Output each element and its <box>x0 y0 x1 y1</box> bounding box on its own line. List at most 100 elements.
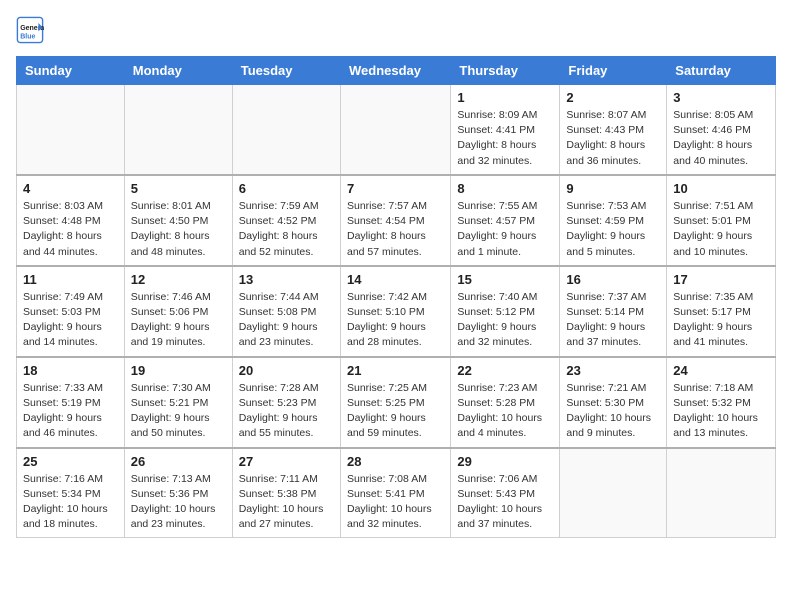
day-detail: Sunrise: 7:51 AM Sunset: 5:01 PM Dayligh… <box>673 199 769 260</box>
day-number: 25 <box>23 454 118 469</box>
day-number: 28 <box>347 454 444 469</box>
calendar-cell: 20 Sunrise: 7:28 AM Sunset: 5:23 PM Dayli… <box>232 357 340 448</box>
day-number: 6 <box>239 181 334 196</box>
day-detail: Sunrise: 7:44 AM Sunset: 5:08 PM Dayligh… <box>239 290 334 351</box>
day-number: 23 <box>566 363 660 378</box>
day-number: 10 <box>673 181 769 196</box>
weekday-header: Sunday <box>17 57 125 85</box>
day-number: 17 <box>673 272 769 287</box>
calendar-cell: 22 Sunrise: 7:23 AM Sunset: 5:28 PM Dayli… <box>451 357 560 448</box>
day-detail: Sunrise: 7:57 AM Sunset: 4:54 PM Dayligh… <box>347 199 444 260</box>
calendar-cell: 4 Sunrise: 8:03 AM Sunset: 4:48 PM Daylig… <box>17 175 125 266</box>
calendar-cell: 27 Sunrise: 7:11 AM Sunset: 5:38 PM Dayli… <box>232 448 340 538</box>
calendar-cell: 8 Sunrise: 7:55 AM Sunset: 4:57 PM Daylig… <box>451 175 560 266</box>
day-detail: Sunrise: 7:35 AM Sunset: 5:17 PM Dayligh… <box>673 290 769 351</box>
day-detail: Sunrise: 7:53 AM Sunset: 4:59 PM Dayligh… <box>566 199 660 260</box>
calendar-cell: 24 Sunrise: 7:18 AM Sunset: 5:32 PM Dayli… <box>667 357 776 448</box>
calendar: SundayMondayTuesdayWednesdayThursdayFrid… <box>16 56 776 538</box>
day-number: 21 <box>347 363 444 378</box>
weekday-header: Tuesday <box>232 57 340 85</box>
calendar-cell: 28 Sunrise: 7:08 AM Sunset: 5:41 PM Dayli… <box>340 448 450 538</box>
calendar-cell <box>340 85 450 175</box>
day-detail: Sunrise: 7:08 AM Sunset: 5:41 PM Dayligh… <box>347 472 444 533</box>
logo-icon: General Blue <box>16 16 44 44</box>
weekday-header: Thursday <box>451 57 560 85</box>
day-number: 29 <box>457 454 553 469</box>
day-number: 2 <box>566 90 660 105</box>
day-number: 26 <box>131 454 226 469</box>
day-number: 12 <box>131 272 226 287</box>
calendar-cell: 26 Sunrise: 7:13 AM Sunset: 5:36 PM Dayli… <box>124 448 232 538</box>
calendar-cell: 1 Sunrise: 8:09 AM Sunset: 4:41 PM Daylig… <box>451 85 560 175</box>
day-detail: Sunrise: 7:11 AM Sunset: 5:38 PM Dayligh… <box>239 472 334 533</box>
calendar-cell <box>667 448 776 538</box>
day-detail: Sunrise: 8:07 AM Sunset: 4:43 PM Dayligh… <box>566 108 660 169</box>
day-detail: Sunrise: 8:01 AM Sunset: 4:50 PM Dayligh… <box>131 199 226 260</box>
day-detail: Sunrise: 7:40 AM Sunset: 5:12 PM Dayligh… <box>457 290 553 351</box>
day-number: 9 <box>566 181 660 196</box>
day-detail: Sunrise: 7:16 AM Sunset: 5:34 PM Dayligh… <box>23 472 118 533</box>
calendar-cell: 11 Sunrise: 7:49 AM Sunset: 5:03 PM Dayli… <box>17 266 125 357</box>
day-detail: Sunrise: 7:28 AM Sunset: 5:23 PM Dayligh… <box>239 381 334 442</box>
day-detail: Sunrise: 7:21 AM Sunset: 5:30 PM Dayligh… <box>566 381 660 442</box>
calendar-cell: 21 Sunrise: 7:25 AM Sunset: 5:25 PM Dayli… <box>340 357 450 448</box>
day-detail: Sunrise: 7:55 AM Sunset: 4:57 PM Dayligh… <box>457 199 553 260</box>
day-detail: Sunrise: 7:25 AM Sunset: 5:25 PM Dayligh… <box>347 381 444 442</box>
weekday-header: Wednesday <box>340 57 450 85</box>
calendar-cell: 12Sunrise: 7:46 AM Sunset: 5:06 PM Dayli… <box>124 266 232 357</box>
day-detail: Sunrise: 7:30 AM Sunset: 5:21 PM Dayligh… <box>131 381 226 442</box>
calendar-cell: 16 Sunrise: 7:37 AM Sunset: 5:14 PM Dayli… <box>560 266 667 357</box>
day-number: 5 <box>131 181 226 196</box>
day-number: 18 <box>23 363 118 378</box>
calendar-cell: 9 Sunrise: 7:53 AM Sunset: 4:59 PM Daylig… <box>560 175 667 266</box>
day-detail: Sunrise: 7:23 AM Sunset: 5:28 PM Dayligh… <box>457 381 553 442</box>
day-detail: Sunrise: 7:37 AM Sunset: 5:14 PM Dayligh… <box>566 290 660 351</box>
day-number: 22 <box>457 363 553 378</box>
weekday-header: Friday <box>560 57 667 85</box>
day-detail: Sunrise: 7:06 AM Sunset: 5:43 PM Dayligh… <box>457 472 553 533</box>
day-detail: Sunrise: 7:49 AM Sunset: 5:03 PM Dayligh… <box>23 290 118 351</box>
calendar-cell <box>124 85 232 175</box>
day-detail: Sunrise: 7:59 AM Sunset: 4:52 PM Dayligh… <box>239 199 334 260</box>
calendar-cell: 19 Sunrise: 7:30 AM Sunset: 5:21 PM Dayli… <box>124 357 232 448</box>
calendar-cell: 17 Sunrise: 7:35 AM Sunset: 5:17 PM Dayli… <box>667 266 776 357</box>
calendar-cell: 10 Sunrise: 7:51 AM Sunset: 5:01 PM Dayli… <box>667 175 776 266</box>
logo: General Blue <box>16 16 48 44</box>
calendar-cell: 29 Sunrise: 7:06 AM Sunset: 5:43 PM Dayli… <box>451 448 560 538</box>
day-number: 8 <box>457 181 553 196</box>
calendar-cell: 6 Sunrise: 7:59 AM Sunset: 4:52 PM Daylig… <box>232 175 340 266</box>
svg-text:Blue: Blue <box>20 33 35 40</box>
calendar-cell <box>560 448 667 538</box>
calendar-cell: 25 Sunrise: 7:16 AM Sunset: 5:34 PM Dayli… <box>17 448 125 538</box>
day-number: 7 <box>347 181 444 196</box>
calendar-cell: 2 Sunrise: 8:07 AM Sunset: 4:43 PM Daylig… <box>560 85 667 175</box>
calendar-cell: 7 Sunrise: 7:57 AM Sunset: 4:54 PM Daylig… <box>340 175 450 266</box>
day-detail: Sunrise: 7:18 AM Sunset: 5:32 PM Dayligh… <box>673 381 769 442</box>
calendar-cell: 15 Sunrise: 7:40 AM Sunset: 5:12 PM Dayli… <box>451 266 560 357</box>
calendar-cell: 18 Sunrise: 7:33 AM Sunset: 5:19 PM Dayli… <box>17 357 125 448</box>
calendar-cell <box>17 85 125 175</box>
calendar-cell <box>232 85 340 175</box>
day-number: 15 <box>457 272 553 287</box>
day-number: 24 <box>673 363 769 378</box>
day-number: 19 <box>131 363 226 378</box>
day-number: 4 <box>23 181 118 196</box>
day-number: 16 <box>566 272 660 287</box>
day-detail: Sunrise: 8:05 AM Sunset: 4:46 PM Dayligh… <box>673 108 769 169</box>
day-detail: Sunrise: 8:09 AM Sunset: 4:41 PM Dayligh… <box>457 108 553 169</box>
day-detail: Sunrise: 7:33 AM Sunset: 5:19 PM Dayligh… <box>23 381 118 442</box>
day-number: 13 <box>239 272 334 287</box>
calendar-cell: 14 Sunrise: 7:42 AM Sunset: 5:10 PM Dayli… <box>340 266 450 357</box>
day-detail: Sunrise: 8:03 AM Sunset: 4:48 PM Dayligh… <box>23 199 118 260</box>
day-number: 3 <box>673 90 769 105</box>
day-number: 20 <box>239 363 334 378</box>
day-detail: Sunrise: 7:13 AM Sunset: 5:36 PM Dayligh… <box>131 472 226 533</box>
day-number: 14 <box>347 272 444 287</box>
day-number: 27 <box>239 454 334 469</box>
calendar-cell: 5 Sunrise: 8:01 AM Sunset: 4:50 PM Daylig… <box>124 175 232 266</box>
calendar-cell: 13 Sunrise: 7:44 AM Sunset: 5:08 PM Dayli… <box>232 266 340 357</box>
day-detail: Sunrise: 7:42 AM Sunset: 5:10 PM Dayligh… <box>347 290 444 351</box>
day-number: 11 <box>23 272 118 287</box>
day-number: 1 <box>457 90 553 105</box>
calendar-cell: 23 Sunrise: 7:21 AM Sunset: 5:30 PM Dayli… <box>560 357 667 448</box>
